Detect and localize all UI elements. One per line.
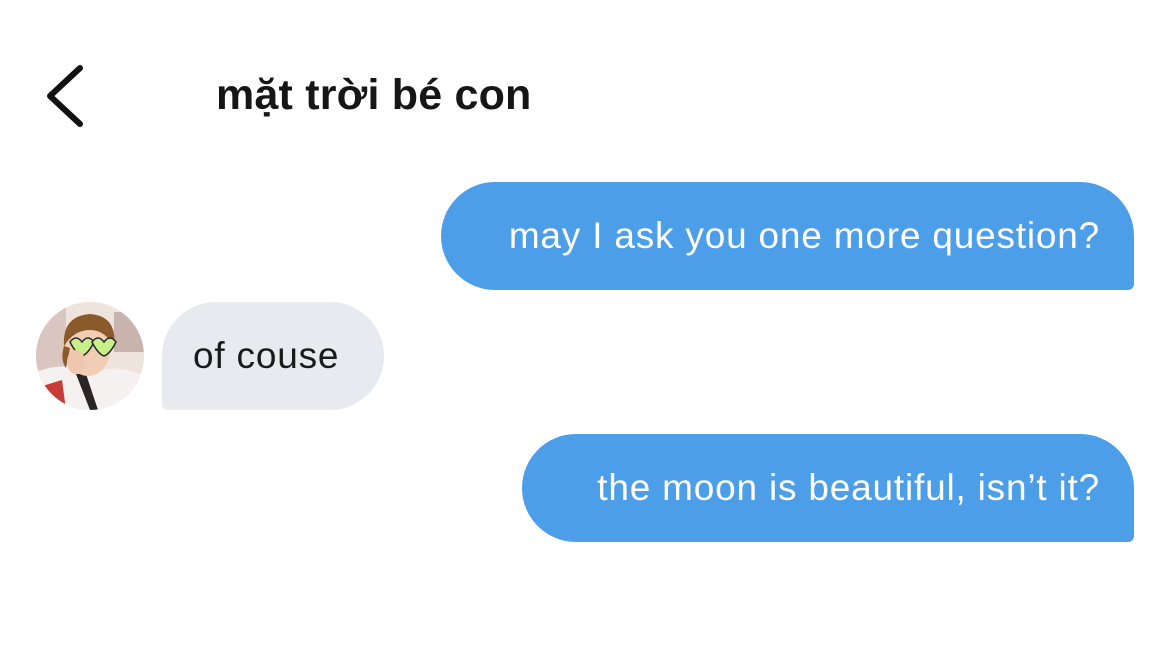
back-button[interactable]	[40, 60, 100, 132]
chevron-left-icon	[47, 65, 83, 127]
avatar-photo	[36, 302, 144, 410]
conversation-title: mặt trời bé con	[216, 71, 532, 119]
contact-avatar[interactable]	[36, 302, 144, 410]
message-bubble-sent[interactable]: may I ask you one more question?	[441, 182, 1134, 290]
message-bubble-received[interactable]: of couse	[162, 302, 384, 410]
message-bubble-sent[interactable]: the moon is beautiful, isn’t it?	[522, 434, 1134, 542]
chat-header: mặt trời bé con	[0, 0, 1169, 180]
